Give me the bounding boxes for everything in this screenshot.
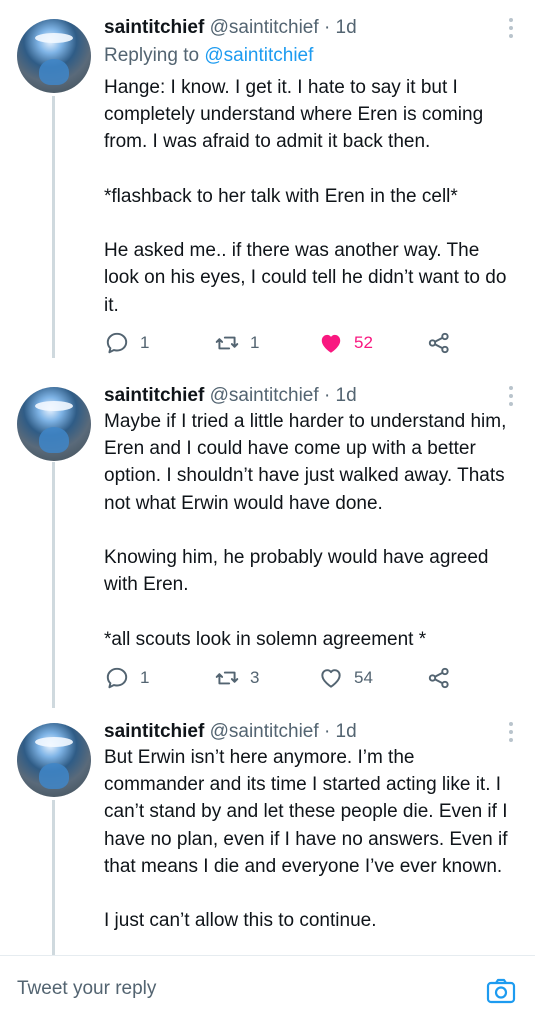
share-icon <box>428 332 449 354</box>
like-count: 52 <box>354 333 373 352</box>
tweet-paragraph: *all scouts look in solemn agreement * <box>104 628 427 650</box>
tweet-header: saintitchief @saintitchief · 1d <box>104 16 357 40</box>
handle[interactable]: @saintitchief <box>210 721 319 742</box>
tweet-paragraph: Hange: I know. I get it. I hate to say i… <box>104 77 484 153</box>
tweet-header: saintitchief @saintitchief · 1d <box>104 720 357 744</box>
like-button[interactable]: 54 <box>318 665 373 691</box>
reply-icon <box>106 667 128 689</box>
tweet[interactable]: saintitchief @saintitchief · 1d Replying… <box>0 0 535 368</box>
tweet-paragraph: I just can’t allow this to continue. <box>104 910 377 932</box>
reply-icon <box>106 332 128 354</box>
like-button[interactable]: 52 <box>318 330 373 356</box>
tweet-paragraph: Maybe if I tried a little harder to unde… <box>104 411 507 514</box>
timestamp[interactable]: 1d <box>336 17 357 38</box>
separator-dot: · <box>323 385 331 406</box>
tweet[interactable]: saintitchief @saintitchief · 1d But Erwi… <box>0 704 535 955</box>
reply-count: 1 <box>140 333 150 352</box>
reply-count: 1 <box>140 668 150 687</box>
more-icon[interactable] <box>507 386 515 406</box>
tweet-text: Hange: I know. I get it. I hate to say i… <box>104 74 519 319</box>
mention-link[interactable]: @saintitchief <box>204 45 313 66</box>
tweet-actions: 1 1 52 <box>104 330 504 358</box>
handle[interactable]: @saintitchief <box>210 385 319 406</box>
display-name[interactable]: saintitchief <box>104 17 204 38</box>
reply-input[interactable]: Tweet your reply <box>17 978 156 1000</box>
reply-button[interactable]: 1 <box>104 330 149 356</box>
retweet-button[interactable]: 3 <box>214 665 259 691</box>
tweet-text: Maybe if I tried a little harder to unde… <box>104 408 519 653</box>
tweet[interactable]: saintitchief @saintitchief · 1d Maybe if… <box>0 368 535 704</box>
retweet-count: 1 <box>250 333 260 352</box>
avatar[interactable] <box>17 723 91 797</box>
retweet-count: 3 <box>250 668 260 687</box>
heart-icon <box>321 334 341 353</box>
retweet-button[interactable]: 1 <box>214 330 259 356</box>
timestamp[interactable]: 1d <box>336 721 357 742</box>
tweet-paragraph: But Erwin isn’t here anymore. I’m the co… <box>104 747 508 877</box>
replying-to: Replying to @saintitchief <box>104 44 313 68</box>
share-button[interactable] <box>426 330 452 356</box>
avatar[interactable] <box>17 387 91 461</box>
heart-icon <box>321 669 341 688</box>
more-icon[interactable] <box>507 722 515 742</box>
handle[interactable]: @saintitchief <box>210 17 319 38</box>
tweet-header: saintitchief @saintitchief · 1d <box>104 384 357 408</box>
avatar[interactable] <box>17 19 91 93</box>
separator-dot: · <box>323 17 331 38</box>
share-button[interactable] <box>426 665 452 691</box>
tweet-text: But Erwin isn’t here anymore. I’m the co… <box>104 744 519 934</box>
like-count: 54 <box>354 668 373 687</box>
tweet-paragraph: He asked me.. if there was another way. … <box>104 240 507 316</box>
timestamp[interactable]: 1d <box>336 385 357 406</box>
camera-icon[interactable] <box>486 976 516 1006</box>
reply-button[interactable]: 1 <box>104 665 149 691</box>
display-name[interactable]: saintitchief <box>104 385 204 406</box>
share-icon <box>428 667 449 689</box>
more-icon[interactable] <box>507 18 515 38</box>
replying-prefix: Replying to <box>104 45 200 66</box>
retweet-icon <box>215 671 239 685</box>
separator-dot: · <box>323 721 331 742</box>
tweet-paragraph: Knowing him, he probably would have agre… <box>104 547 489 596</box>
tweet-actions: 1 3 54 <box>104 665 504 693</box>
display-name[interactable]: saintitchief <box>104 721 204 742</box>
retweet-icon <box>215 336 239 350</box>
tweet-paragraph: *flashback to her talk with Eren in the … <box>104 185 458 207</box>
reply-bar: Tweet your reply <box>0 955 535 1025</box>
